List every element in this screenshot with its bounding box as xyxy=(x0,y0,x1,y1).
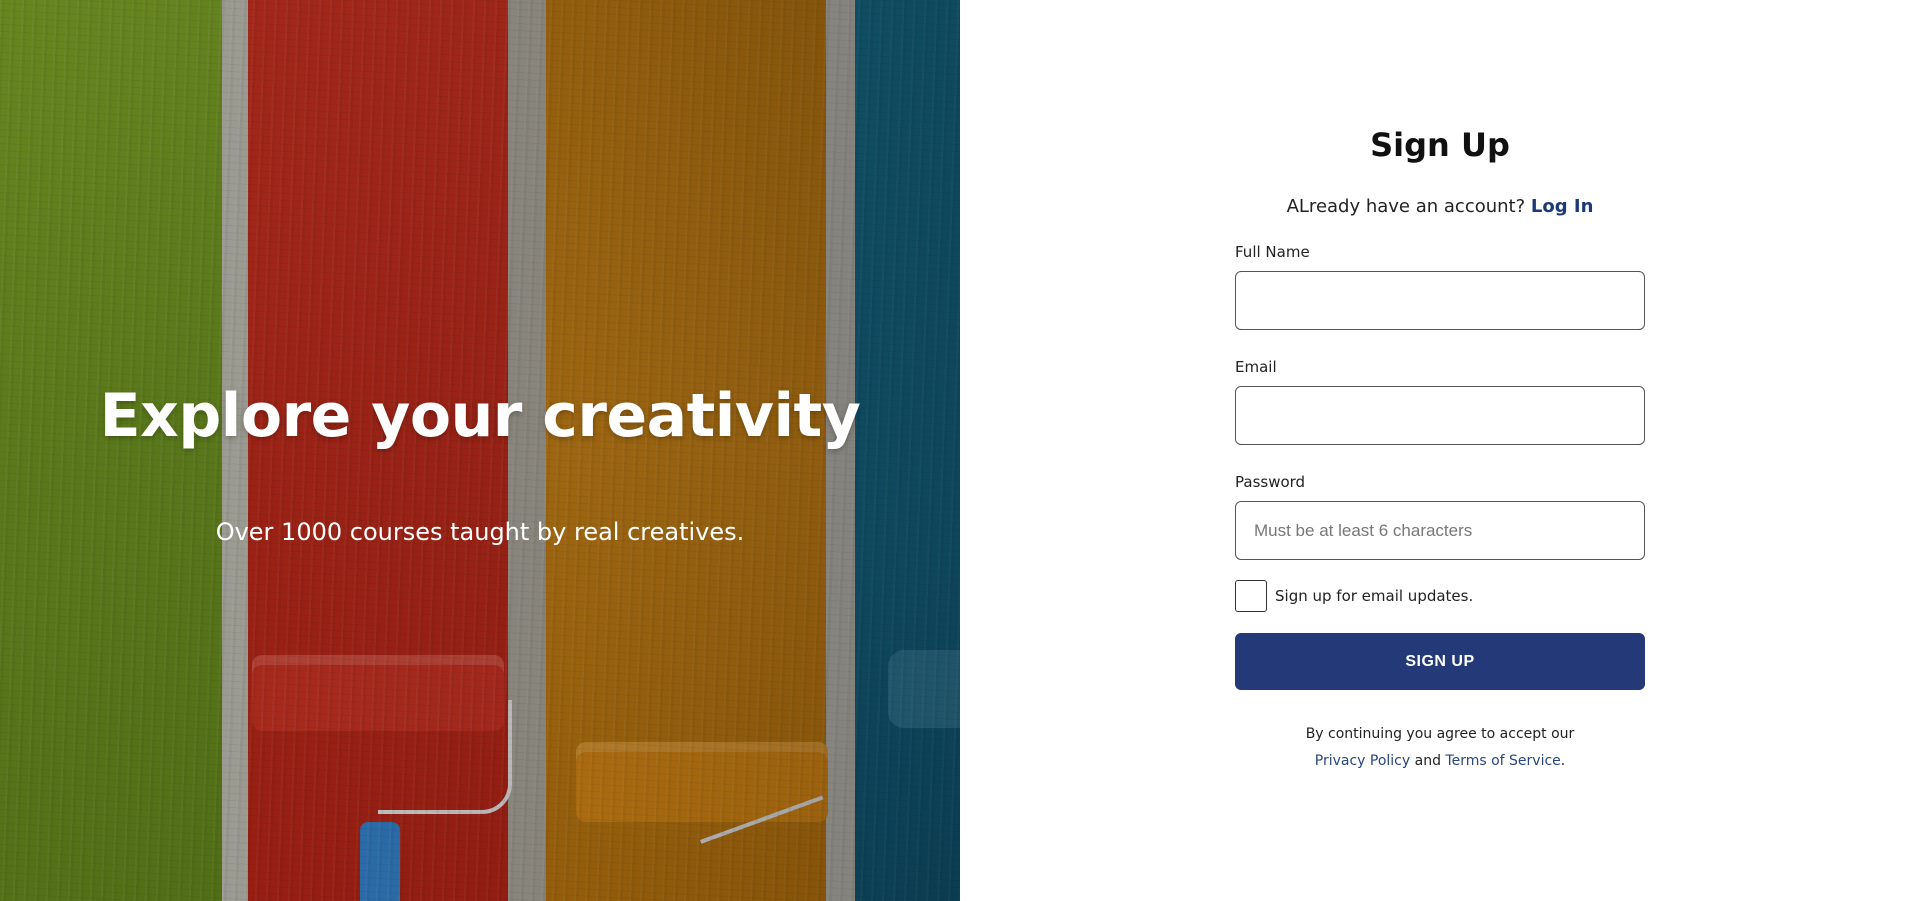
login-prompt-text: ALready have an account? xyxy=(1286,196,1526,217)
sign-up-button[interactable]: SIGN UP xyxy=(1235,633,1645,690)
password-input[interactable] xyxy=(1235,501,1645,560)
login-prompt: ALready have an account? Log In xyxy=(1235,194,1645,220)
full-name-label: Full Name xyxy=(1235,243,1310,261)
password-label: Password xyxy=(1235,473,1306,491)
legal-and: and xyxy=(1414,753,1441,769)
terms-of-service-link[interactable]: Terms of Service xyxy=(1445,753,1560,769)
hero-title: Explore your creativity xyxy=(99,381,861,451)
email-updates-checkbox[interactable] xyxy=(1235,580,1267,612)
legal-suffix: . xyxy=(1560,753,1566,769)
full-name-input[interactable] xyxy=(1235,271,1645,330)
hero-panel: Explore your creativity Over 1000 course… xyxy=(0,0,960,901)
form-title: Sign Up xyxy=(1370,126,1510,164)
hero-subtitle: Over 1000 courses taught by real creativ… xyxy=(215,518,745,546)
email-updates-row: Sign up for email updates. xyxy=(1235,580,1645,612)
login-link[interactable]: Log In xyxy=(1531,196,1594,217)
privacy-policy-link[interactable]: Privacy Policy xyxy=(1315,753,1410,769)
signup-form: Sign Up ALready have an account? Log In … xyxy=(1235,124,1645,775)
email-updates-label[interactable]: Sign up for email updates. xyxy=(1275,587,1473,605)
legal-notice: By continuing you agree to accept our Pr… xyxy=(1235,721,1645,775)
legal-prefix: By continuing you agree to accept our xyxy=(1305,726,1575,742)
email-input[interactable] xyxy=(1235,386,1645,445)
email-label: Email xyxy=(1235,358,1277,376)
